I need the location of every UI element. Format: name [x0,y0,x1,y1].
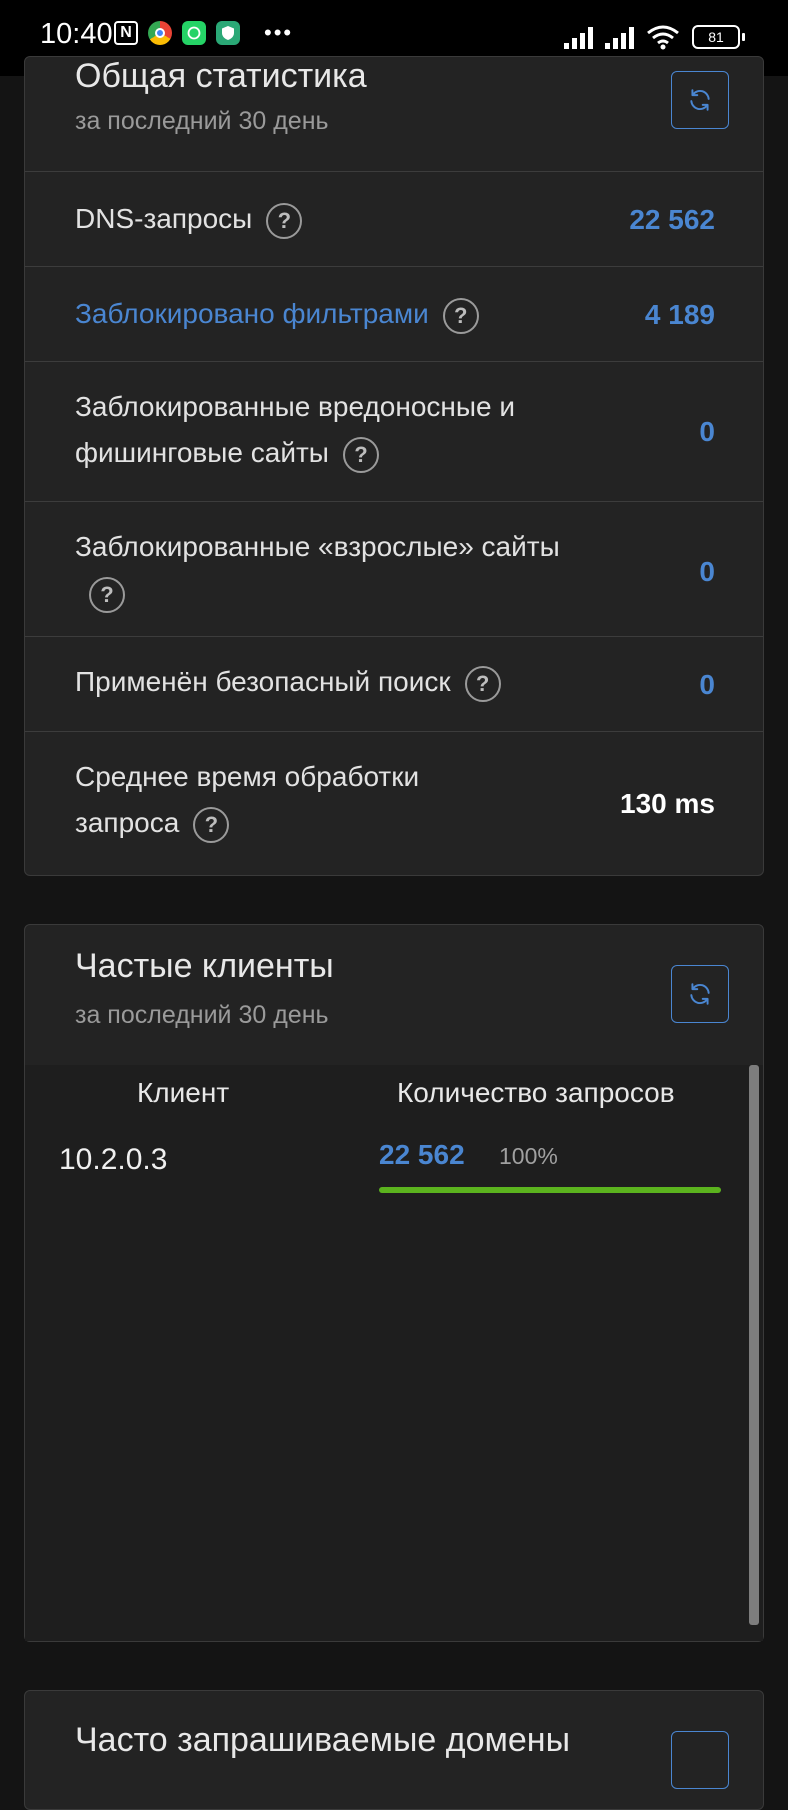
refresh-button[interactable] [671,965,729,1023]
refresh-icon [690,983,710,1005]
help-icon[interactable]: ? [89,576,125,613]
stat-label: Заблокированные «взрослые» сайты? [75,524,560,616]
general-stats-card: Общая статистика за последний 30 день DN… [24,56,764,876]
refresh-button[interactable] [671,1731,729,1789]
stat-value: 130 ms [620,788,715,819]
card-title: Общая статистика [75,57,367,95]
whatsapp-icon [182,21,206,45]
stat-value: 22 562 [629,204,715,235]
wifi-icon [647,25,679,50]
table-row[interactable]: 10.2.0.3 22 562 100% [25,1135,745,1205]
stat-label: Заблокированные вредоносные и фишинговые … [75,384,515,476]
stat-value: 0 [699,556,715,587]
notification-icons: N ••• [114,20,293,46]
column-header-requests[interactable]: Количество запросов [397,1077,675,1109]
stat-label-link[interactable]: Заблокировано фильтрами? [75,291,479,337]
signal-icon-2 [605,25,634,49]
help-icon[interactable]: ? [266,202,303,239]
stat-label: Среднее время обработки запроса? [75,754,419,846]
help-icon[interactable]: ? [342,436,379,473]
help-icon[interactable]: ? [464,665,501,702]
help-icon[interactable]: ? [193,806,230,843]
stat-row-avg-time: Среднее время обработки запроса? 130 ms [25,731,763,875]
card-title: Частые клиенты [75,947,334,985]
request-bar [379,1187,721,1193]
card-subtitle: за последний 30 день [75,1001,329,1029]
card-subtitle: за последний 30 день [75,107,329,135]
stat-value: 0 [699,416,715,447]
shield-icon [216,21,240,45]
top-clients-card: Частые клиенты за последний 30 день Клие… [24,924,764,1642]
request-percent: 100% [499,1143,558,1169]
stat-row-blocked-filters[interactable]: Заблокировано фильтрами? 4 189 [25,266,763,361]
request-bar-track [379,1187,721,1193]
more-notifications-icon: ••• [264,20,294,45]
stat-row-blocked-malware[interactable]: Заблокированные вредоносные и фишинговые … [25,361,763,501]
help-icon[interactable]: ? [442,297,479,334]
stat-label: Применён безопасный поиск? [75,659,501,705]
stat-row-dns-queries[interactable]: DNS-запросы? 22 562 [25,171,763,266]
top-domains-card: Часто запрашиваемые домены [24,1690,764,1810]
stat-row-safe-search[interactable]: Применён безопасный поиск? 0 [25,636,763,731]
column-header-client[interactable]: Клиент [137,1077,229,1109]
scrollbar[interactable] [749,1065,759,1625]
refresh-icon [690,89,710,111]
signal-icon [564,25,593,49]
client-ip[interactable]: 10.2.0.3 [59,1143,167,1177]
stat-row-blocked-adult[interactable]: Заблокированные «взрослые» сайты? 0 [25,501,763,618]
card-title: Часто запрашиваемые домены [75,1721,571,1759]
clients-table: Клиент Количество запросов 10.2.0.3 22 5… [25,1065,763,1641]
stat-value: 0 [699,669,715,700]
nfc-icon: N [114,21,138,45]
request-count: 22 562 [379,1139,465,1170]
battery-icon: 81 [692,25,745,49]
stat-value: 4 189 [644,299,715,330]
stat-label: DNS-запросы? [75,196,303,242]
system-icons: 81 [564,24,745,50]
chrome-icon [148,21,172,45]
refresh-button[interactable] [671,71,729,129]
status-time: 10:40 [40,18,113,50]
